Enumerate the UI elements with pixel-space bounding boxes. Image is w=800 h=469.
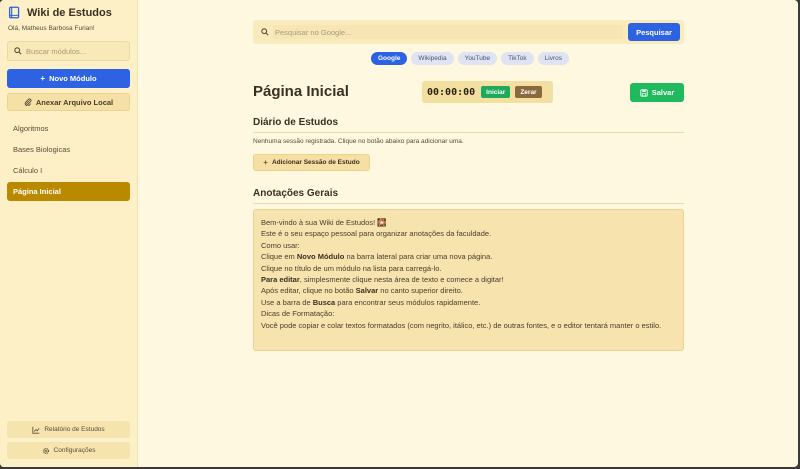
module-search[interactable] [7, 41, 130, 61]
attach-file-label: Anexar Arquivo Local [35, 97, 114, 107]
engine-tiktok[interactable]: TikTok [501, 52, 534, 65]
divider [253, 203, 684, 204]
notes-line: Bem-vindo à sua Wiki de Estudos! 🎇 [261, 218, 387, 227]
notes-line: Você pode copiar e colar textos formatad… [261, 320, 662, 330]
engine-google[interactable]: Google [371, 52, 408, 65]
divider [253, 132, 684, 133]
chart-icon [32, 426, 40, 434]
paperclip-icon [24, 98, 32, 106]
page-title[interactable]: Página Inicial [253, 83, 349, 100]
search-engine-chips: Google Wikipedia YouTube TikTok Livros [371, 52, 573, 65]
attach-file-button[interactable]: Anexar Arquivo Local [7, 93, 130, 111]
diary-empty-message: Nenhuma sessão registrada. Clique no bot… [253, 138, 464, 145]
web-search-bar: Pesquisar [253, 20, 684, 44]
notes-line: Clique em Novo Módulo na barra lateral p… [261, 252, 493, 262]
notes-line: Para editar, simplesmente clique nesta á… [261, 275, 504, 285]
gear-icon [42, 447, 49, 454]
settings-button[interactable]: Configurações [7, 442, 130, 459]
timer-start-button[interactable]: Iniciar [481, 86, 511, 98]
new-module-button[interactable]: + Novo Módulo [7, 69, 130, 88]
sidebar-item-algoritmos[interactable]: Algoritmos [7, 119, 130, 138]
notes-title: Anotações Gerais [253, 188, 339, 199]
timer-display: 00:00:00 [427, 86, 476, 98]
sidebar-item-calculo-i[interactable]: Cálculo I [7, 161, 130, 180]
engine-livros[interactable]: Livros [537, 52, 570, 65]
diary-title: Diário de Estudos [253, 117, 339, 128]
book-icon [8, 6, 20, 19]
app-title: Wiki de Estudos [27, 6, 112, 19]
notes-editor[interactable]: Bem-vindo à sua Wiki de Estudos! 🎇 Este … [253, 209, 684, 351]
study-report-button[interactable]: Relatório de Estudos [7, 421, 130, 438]
sidebar-item-bases-biologicas[interactable]: Bases Biologicas [7, 140, 130, 159]
notes-line: Este é o seu espaço pessoal para organiz… [261, 229, 492, 239]
engine-wikipedia[interactable]: Wikipedia [411, 52, 454, 65]
notes-line: Clique no título de um módulo na lista p… [261, 263, 442, 273]
search-icon [14, 47, 22, 55]
user-greeting: Olá, Matheus Barbosa Furian! [8, 25, 95, 32]
study-timer: 00:00:00 Iniciar Zerar [422, 81, 553, 103]
save-button[interactable]: Salvar [630, 83, 684, 102]
notes-line: Use a barra de Busca para encontrar seus… [261, 297, 481, 307]
notes-line: Dicas de Formatação: [261, 309, 335, 319]
new-module-label: Novo Módulo [49, 74, 97, 83]
sidebar-item-pagina-inicial[interactable]: Página Inicial [7, 182, 130, 201]
add-session-button[interactable]: + Adicionar Sessão de Estudo [253, 154, 370, 171]
app-window: Wiki de Estudos Olá, Matheus Barbosa Fur… [0, 0, 798, 467]
add-session-label: Adicionar Sessão de Estudo [271, 159, 360, 166]
plus-icon: + [263, 158, 268, 167]
web-search-input[interactable] [273, 25, 623, 39]
sidebar: Wiki de Estudos Olá, Matheus Barbosa Fur… [0, 0, 138, 467]
notes-line: Após editar, clique no botão Salvar no c… [261, 286, 463, 296]
search-button[interactable]: Pesquisar [628, 23, 680, 41]
notes-line: Como usar: [261, 240, 300, 250]
brand: Wiki de Estudos [8, 6, 112, 19]
engine-youtube[interactable]: YouTube [457, 52, 498, 65]
settings-label: Configurações [53, 447, 96, 454]
plus-icon: + [40, 74, 46, 83]
timer-reset-button[interactable]: Zerar [515, 86, 542, 98]
module-list: Algoritmos Bases Biologicas Cálculo I Pá… [7, 119, 130, 203]
save-label: Salvar [651, 88, 675, 97]
search-icon [261, 28, 269, 36]
save-icon [640, 88, 648, 97]
study-report-label: Relatório de Estudos [44, 426, 105, 433]
module-search-input[interactable] [26, 46, 126, 56]
